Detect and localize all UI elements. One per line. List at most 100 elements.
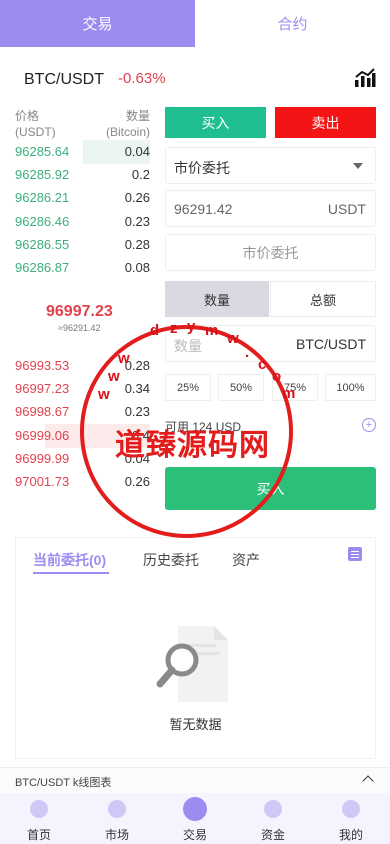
add-funds-icon[interactable]: +	[362, 418, 376, 432]
caret-down-icon	[353, 163, 363, 169]
nav-home[interactable]: 首页	[0, 793, 78, 844]
orderbook-qty: 0.23	[124, 213, 150, 229]
orderbook-row[interactable]: 96285.64 0.04	[0, 140, 160, 164]
watermark-letter: d	[150, 322, 160, 339]
chart-icon[interactable]	[354, 68, 376, 88]
quantity-unit: BTC/USDT	[296, 336, 366, 352]
tab-order-history[interactable]: 历史委托	[143, 550, 199, 570]
tab-assets[interactable]: 资产	[232, 550, 260, 570]
orderbook-price: 96285.64	[15, 144, 70, 159]
nav-market[interactable]: 市场	[78, 793, 156, 844]
orderbook-price: 96286.46	[15, 213, 70, 229]
kline-bar[interactable]: BTC/USDT k线图表	[0, 767, 390, 793]
order-type-value: 市价委托	[174, 160, 230, 176]
orderbook-row[interactable]: 96286.87 0.08	[0, 256, 160, 280]
nav-trade[interactable]: 交易	[156, 793, 234, 844]
orderbook-qty: 0.08	[124, 260, 150, 275]
nav-mine-label: 我的	[338, 828, 363, 842]
orderbook-qty: 0.2	[131, 167, 150, 183]
orderbook-qty: 0.23	[124, 404, 150, 420]
orderbook-row[interactable]: 96998.67 0.23	[0, 400, 160, 424]
orderbook-qty: 0.26	[124, 474, 150, 489]
price-field[interactable]: 96291.42 USDT	[165, 190, 376, 227]
nav-funds-label: 资金	[260, 828, 285, 842]
orderbook-price: 96998.67	[15, 404, 70, 420]
funds-icon	[264, 800, 282, 818]
nav-trade-label: 交易	[182, 828, 207, 842]
orderbook-price: 97001.73	[15, 474, 70, 489]
price-header: 价格 (USDT)	[15, 108, 56, 140]
pair-name[interactable]: BTC/USDT	[24, 71, 104, 89]
orderbook-price: 96999.06	[15, 427, 70, 443]
empty-search-icon	[156, 626, 228, 702]
quantity-placeholder: 数量	[174, 338, 202, 354]
percent-75-button[interactable]: 75%	[272, 374, 318, 401]
orderbook-row[interactable]: 96993.53 0.28	[0, 354, 160, 378]
orderbook-row[interactable]: 96999.99 0.04	[0, 447, 160, 471]
orderbook-row[interactable]: 96285.92 0.2	[0, 163, 160, 187]
empty-message: 暂无数据	[169, 717, 222, 732]
bottom-nav: 首页 市场 交易 资金 我的	[0, 793, 390, 844]
order-type-select[interactable]: 市价委托	[165, 147, 376, 184]
nav-funds[interactable]: 资金	[234, 793, 312, 844]
last-price-converted: ≈96291.42	[58, 323, 101, 333]
orderbook-qty: 0.4	[131, 427, 150, 443]
tab-total[interactable]: 总额	[270, 281, 376, 317]
page: 交易 合约 BTC/USDT -0.63% 价格 (USDT) 数量 (Bitc…	[0, 0, 390, 844]
orderbook-price: 96285.92	[15, 167, 70, 183]
orderbook-row[interactable]: 96286.21 0.26	[0, 186, 160, 210]
orderbook-qty: 0.04	[124, 450, 150, 466]
orders-panel: 当前委托(0) 历史委托 资产 暂无数据	[15, 537, 376, 759]
orderbook-row[interactable]: 97001.73 0.26	[0, 470, 160, 494]
orderbook-price: 96997.23	[15, 381, 70, 397]
orderbook-row[interactable]: 96999.06 0.4	[0, 423, 160, 448]
trade-icon	[183, 797, 207, 821]
price-label: 价格	[15, 109, 40, 123]
tab-contract[interactable]: 合约	[195, 0, 390, 47]
orderbook-qty: 0.34	[124, 381, 150, 397]
active-tab-underline	[33, 572, 109, 574]
tab-quantity[interactable]: 数量	[165, 281, 269, 317]
nav-mine[interactable]: 我的	[312, 793, 390, 844]
orderbook-price: 96286.87	[15, 260, 70, 275]
price-unit-label: USDT	[327, 201, 366, 217]
qty-header: 数量 (Bitcoin)	[106, 108, 150, 140]
profile-icon	[342, 800, 360, 818]
orderbook-price: 96286.21	[15, 190, 70, 206]
quantity-field[interactable]: 数量 BTC/USDT	[165, 325, 376, 362]
chevron-up-icon[interactable]	[362, 775, 374, 787]
available-balance: 可用 124 USD	[165, 420, 242, 434]
orderbook-row[interactable]: 96997.23 0.34	[0, 377, 160, 401]
market-icon	[108, 800, 126, 818]
percent-50-button[interactable]: 50%	[218, 374, 264, 401]
orderbook-price: 96993.53	[15, 358, 70, 373]
price-value: 96291.42	[174, 201, 233, 217]
last-price: 96997.23	[46, 303, 113, 320]
orderbook-row[interactable]: 96286.46 0.23	[0, 210, 160, 234]
price-unit: (USDT)	[15, 125, 56, 139]
percent-25-button[interactable]: 25%	[165, 374, 211, 401]
percent-100-button[interactable]: 100%	[325, 374, 376, 401]
submit-buy-button[interactable]: 买入	[165, 467, 376, 510]
qty-unit: (Bitcoin)	[105, 125, 150, 139]
list-icon[interactable]	[348, 547, 362, 561]
market-order-button[interactable]: 市价委托	[165, 234, 376, 271]
tab-trade[interactable]: 交易	[0, 0, 195, 47]
orderbook-qty: 0.28	[124, 236, 150, 252]
orderbook-row[interactable]: 96286.55 0.28	[0, 233, 160, 257]
orderbook-qty: 0.04	[124, 144, 150, 159]
sell-tab-button[interactable]: 卖出	[275, 107, 376, 138]
pair-header: BTC/USDT -0.63%	[0, 47, 390, 107]
nav-home-label: 首页	[26, 828, 51, 842]
kline-bar-label: BTC/USDT k线图表	[15, 777, 112, 789]
qty-label: 数量	[125, 109, 150, 123]
tab-current-orders[interactable]: 当前委托(0)	[33, 550, 106, 570]
orderbook-price: 96286.55	[15, 236, 70, 252]
top-tabs: 交易 合约	[0, 0, 390, 47]
home-icon	[30, 800, 48, 818]
orderbook-qty: 0.26	[124, 190, 150, 206]
nav-market-label: 市场	[104, 828, 129, 842]
price-change: -0.63%	[118, 70, 166, 87]
orderbook-price: 96999.99	[15, 450, 70, 466]
buy-tab-button[interactable]: 买入	[165, 107, 266, 138]
